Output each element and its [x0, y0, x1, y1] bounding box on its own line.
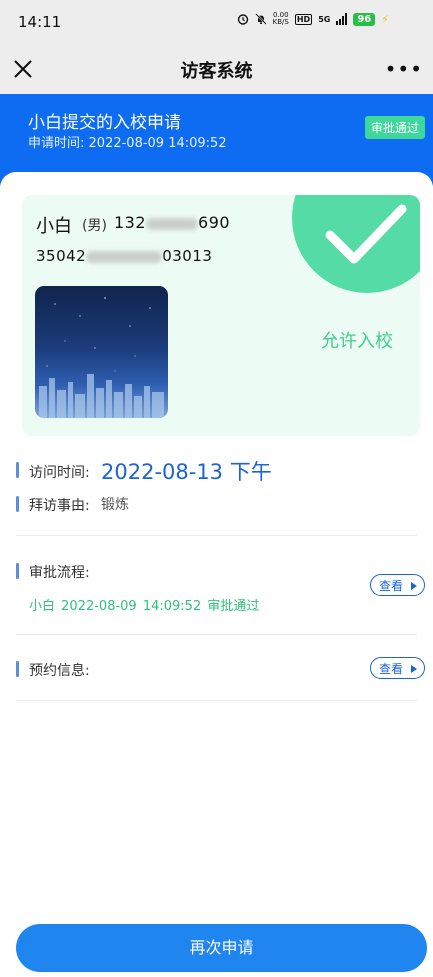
city-skyline-image	[39, 297, 164, 418]
apply-time-value: 2022-08-09 14:09:52	[88, 136, 227, 151]
visit-reason-marker	[16, 496, 19, 512]
visit-time-label: 访问时间:	[29, 465, 90, 481]
view-approval-label: 查看	[379, 579, 404, 593]
hd-badge: HD	[294, 13, 313, 25]
id-redaction	[86, 250, 163, 263]
approval-flow-entry: 小白 2022-08-09 14:09:52 审批通过	[29, 595, 259, 614]
visitor-gender: (男)	[82, 218, 107, 234]
visitor-name: 小白	[36, 216, 72, 237]
main-content: 小白 (男) 132 690 35042 03013 允许入校 访问时间: 2022…	[0, 172, 433, 977]
visit-reason-value: 锻炼	[101, 497, 129, 513]
reservation-marker	[16, 661, 19, 677]
visitor-photo[interactable]	[35, 286, 168, 418]
approval-flow-label: 审批流程:	[29, 565, 90, 581]
nav-bar: 访客系统 •••	[0, 44, 433, 94]
visit-time-marker	[16, 462, 19, 478]
play-arrow-icon	[411, 665, 417, 673]
approval-entry-time: 2022-08-09 14:09:52	[61, 599, 202, 614]
visitor-phone: 132 690	[114, 213, 230, 232]
reapply-button[interactable]: 再次申请	[16, 924, 427, 972]
visit-time-value: 2022-08-13 下午	[101, 460, 272, 484]
network-speed-unit: KB/S	[272, 18, 289, 26]
mute-bell-icon	[254, 13, 267, 25]
visit-reason-label: 拜访事由:	[29, 498, 90, 514]
approval-flow-marker	[16, 563, 19, 579]
apply-time: 申请时间: 2022-08-09 14:09:52	[28, 132, 227, 151]
signal-label: 5G	[318, 14, 331, 24]
phone-redaction	[146, 217, 199, 230]
page-title: 访客系统	[180, 61, 253, 82]
visitor-id-number: 35042 03013	[36, 247, 212, 265]
visitor-id-prefix: 35042	[36, 247, 87, 265]
apply-time-label: 申请时间:	[28, 136, 85, 151]
application-title: 小白提交的入校申请	[28, 113, 181, 133]
play-arrow-icon	[411, 582, 417, 590]
view-approval-button[interactable]: 查看	[370, 574, 425, 596]
pass-label: 允许入校	[321, 331, 393, 352]
visitor-phone-suffix: 690	[198, 213, 231, 232]
status-icons: 0.00 KB/S HD 5G 96 ⚡	[237, 12, 389, 26]
alarm-icon	[237, 14, 248, 25]
signal-icon	[336, 13, 348, 25]
visitor-pass-card: 小白 (男) 132 690 35042 03013 允许入校	[22, 195, 420, 436]
visitor-id-suffix: 03013	[162, 247, 213, 265]
reservation-label: 预约信息:	[29, 663, 90, 679]
charging-icon: ⚡	[381, 12, 389, 26]
visitor-phone-prefix: 132	[114, 213, 147, 232]
status-time: 14:11	[18, 13, 62, 31]
status-badge: 审批通过	[364, 116, 425, 139]
approval-entry-status: 审批通过	[207, 599, 260, 614]
view-reservation-button[interactable]: 查看	[370, 657, 425, 679]
divider	[16, 634, 417, 635]
view-reservation-label: 查看	[379, 662, 404, 676]
divider	[16, 700, 417, 701]
divider	[16, 535, 417, 536]
network-speed: 0.00 KB/S	[273, 12, 289, 26]
checkmark-icon	[325, 204, 407, 264]
battery-badge: 96	[353, 12, 376, 26]
more-icon[interactable]: •••	[385, 59, 423, 79]
approval-entry-name: 小白	[29, 599, 56, 614]
status-bar: 14:11 0.00 KB/S HD 5G 96 ⚡	[0, 0, 433, 44]
